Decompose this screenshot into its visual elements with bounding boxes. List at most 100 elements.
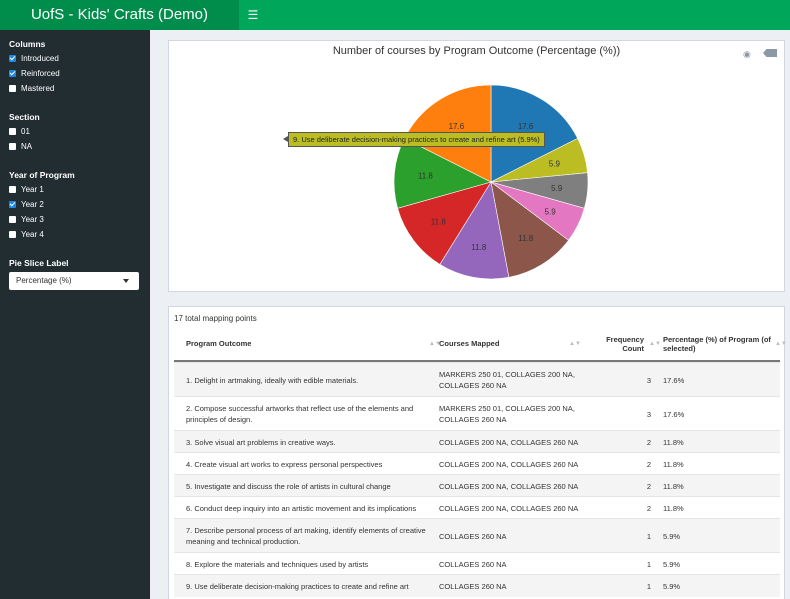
cell-count: 2 [646, 481, 651, 491]
checkbox-label: 01 [21, 127, 30, 136]
checkbox-icon[interactable] [9, 143, 16, 150]
sidebar: Columns Introduced Reinforced Mastered S… [0, 30, 150, 599]
checkbox-icon[interactable] [9, 231, 16, 238]
checkbox-icon[interactable] [9, 201, 16, 208]
table-row[interactable]: 9. Use deliberate decision-making practi… [174, 574, 780, 597]
cell-percentage: 11.8% [663, 481, 684, 491]
caret-down-icon [123, 279, 129, 283]
pie-slice-label: 5.9 [551, 184, 563, 193]
checkbox-year-1[interactable]: Year 1 [9, 185, 44, 194]
cell-outcome: 7. Describe personal process of art maki… [186, 526, 426, 546]
checkbox-label: Year 2 [21, 200, 44, 209]
table-row[interactable]: 7. Describe personal process of art maki… [174, 518, 780, 553]
cell-courses: COLLAGES 200 NA, COLLAGES 260 NA [439, 503, 579, 513]
table-row[interactable]: 6. Conduct deep inquiry into an artistic… [174, 496, 780, 519]
cell-outcome: 6. Conduct deep inquiry into an artistic… [186, 503, 417, 513]
cell-outcome: 9. Use deliberate decision-making practi… [186, 581, 409, 591]
table-panel: 17 total mapping points Program Outcome ▲… [168, 306, 787, 599]
col-program-outcome[interactable]: Program Outcome ▲▼ [186, 327, 441, 360]
table-row[interactable]: 5. Investigate and discuss the role of a… [174, 474, 780, 497]
pie-slice-label: 11.8 [431, 218, 447, 227]
col-frequency-count[interactable]: Frequency Count ▲▼ [589, 327, 661, 360]
year-title: Year of Program [9, 170, 75, 180]
checkbox-reinforced[interactable]: Reinforced [9, 69, 60, 78]
hamburger-icon[interactable]: ☰ [239, 0, 267, 30]
cell-count: 1 [646, 581, 651, 591]
sort-icon[interactable]: ▲▼ [649, 341, 661, 347]
checkbox-label: Year 4 [21, 230, 44, 239]
top-navbar: UofS - Kids' Crafts (Demo) ☰ [0, 0, 790, 30]
hover-tooltip: 9. Use deliberate decision-making practi… [283, 132, 545, 147]
pie-slice-label: 17.6 [518, 122, 534, 131]
cell-courses: COLLAGES 200 NA, COLLAGES 260 NA [439, 481, 579, 491]
cell-percentage: 5.9% [663, 581, 681, 591]
checkbox-label: Year 1 [21, 185, 44, 194]
col-label: Percentage (%) of Program (of selected) [663, 334, 771, 353]
cell-outcome: 8. Explore the materials and techniques … [186, 559, 369, 569]
cell-courses: COLLAGES 260 NA [439, 531, 507, 541]
table-row[interactable]: 3. Solve visual art problems in creative… [174, 430, 780, 453]
cell-outcome: 5. Investigate and discuss the role of a… [186, 481, 391, 491]
checkbox-icon[interactable] [9, 216, 16, 223]
table-row[interactable]: 4. Create visual art works to express pe… [174, 452, 780, 475]
cell-outcome: 2. Compose successful artworks that refl… [186, 404, 414, 424]
table-header: Program Outcome ▲▼ Courses Mapped ▲▼ Frequ… [174, 327, 787, 362]
col-percentage[interactable]: Percentage (%) of Program (of selected) ▲… [663, 327, 787, 360]
cell-outcome: 1. Delight in artmaking, ideally with ed… [186, 375, 359, 385]
pie-slice-label: 11.8 [471, 243, 487, 252]
checkbox-year-3[interactable]: Year 3 [9, 215, 44, 224]
col-label: Frequency Count [606, 334, 644, 353]
select-value: Percentage (%) [16, 276, 72, 285]
cell-percentage: 5.9% [663, 559, 681, 569]
checkbox-section-na[interactable]: NA [9, 142, 32, 151]
checkbox-label: NA [21, 142, 33, 151]
checkbox-label: Year 3 [21, 215, 44, 224]
cell-count: 2 [646, 459, 651, 469]
checkbox-icon[interactable] [9, 85, 16, 92]
cell-percentage: 11.8% [663, 459, 684, 469]
checkbox-icon[interactable] [9, 186, 16, 193]
cell-count: 1 [646, 559, 651, 569]
checkbox-icon[interactable] [9, 70, 16, 77]
table-row[interactable]: 2. Compose successful artworks that refl… [174, 396, 780, 431]
checkbox-icon[interactable] [9, 55, 16, 62]
checkbox-year-2[interactable]: Year 2 [9, 200, 44, 209]
pie-label-select[interactable]: Percentage (%) [9, 272, 139, 290]
cell-outcome: 3. Solve visual art problems in creative… [186, 437, 336, 447]
cell-outcome: 4. Create visual art works to express pe… [186, 459, 383, 469]
sort-icon[interactable]: ▲▼ [775, 341, 787, 347]
cell-courses: COLLAGES 260 NA [439, 581, 507, 591]
table-row[interactable]: 8. Explore the materials and techniques … [174, 552, 780, 575]
checkbox-mastered[interactable]: Mastered [9, 84, 54, 93]
checkbox-introduced[interactable]: Introduced [9, 54, 59, 63]
col-label: Program Outcome [186, 339, 252, 348]
cell-percentage: 11.8% [663, 437, 684, 447]
cell-percentage: 11.8% [663, 503, 684, 513]
checkbox-icon[interactable] [9, 128, 16, 135]
cell-courses: COLLAGES 200 NA, COLLAGES 260 NA [439, 459, 579, 469]
cell-count: 3 [646, 409, 651, 419]
cell-percentage: 17.6% [663, 375, 685, 385]
cell-count: 2 [646, 437, 651, 447]
cell-percentage: 17.6% [663, 409, 685, 419]
cell-percentage: 5.9% [663, 531, 681, 541]
checkbox-section-01[interactable]: 01 [9, 127, 30, 136]
pie-slice-label: 11.8 [418, 172, 434, 181]
pie-chart[interactable]: 17.6 5.9 5.9 5.9 11.8 11.8 11.8 11.8 17.6 [169, 41, 784, 291]
cell-count: 2 [646, 503, 651, 513]
col-courses-mapped[interactable]: Courses Mapped ▲▼ [439, 327, 581, 360]
pie-slice-label: 17.6 [449, 122, 465, 131]
pie-slice-label: 5.9 [549, 160, 561, 169]
cell-count: 3 [646, 375, 651, 385]
cell-courses: COLLAGES 200 NA, COLLAGES 260 NA [439, 437, 579, 447]
cell-courses: COLLAGES 260 NA [439, 559, 507, 569]
table-row[interactable]: 1. Delight in artmaking, ideally with ed… [174, 362, 780, 397]
checkbox-year-4[interactable]: Year 4 [9, 230, 44, 239]
section-title: Section [9, 112, 40, 122]
chart-panel: Number of courses by Program Outcome (Pe… [168, 40, 785, 292]
col-label: Courses Mapped [439, 339, 500, 348]
pie-slice-label: 5.9 [545, 207, 557, 216]
sort-icon[interactable]: ▲▼ [569, 341, 581, 347]
total-count: 17 total mapping points [174, 314, 257, 323]
checkbox-label: Introduced [21, 54, 59, 63]
